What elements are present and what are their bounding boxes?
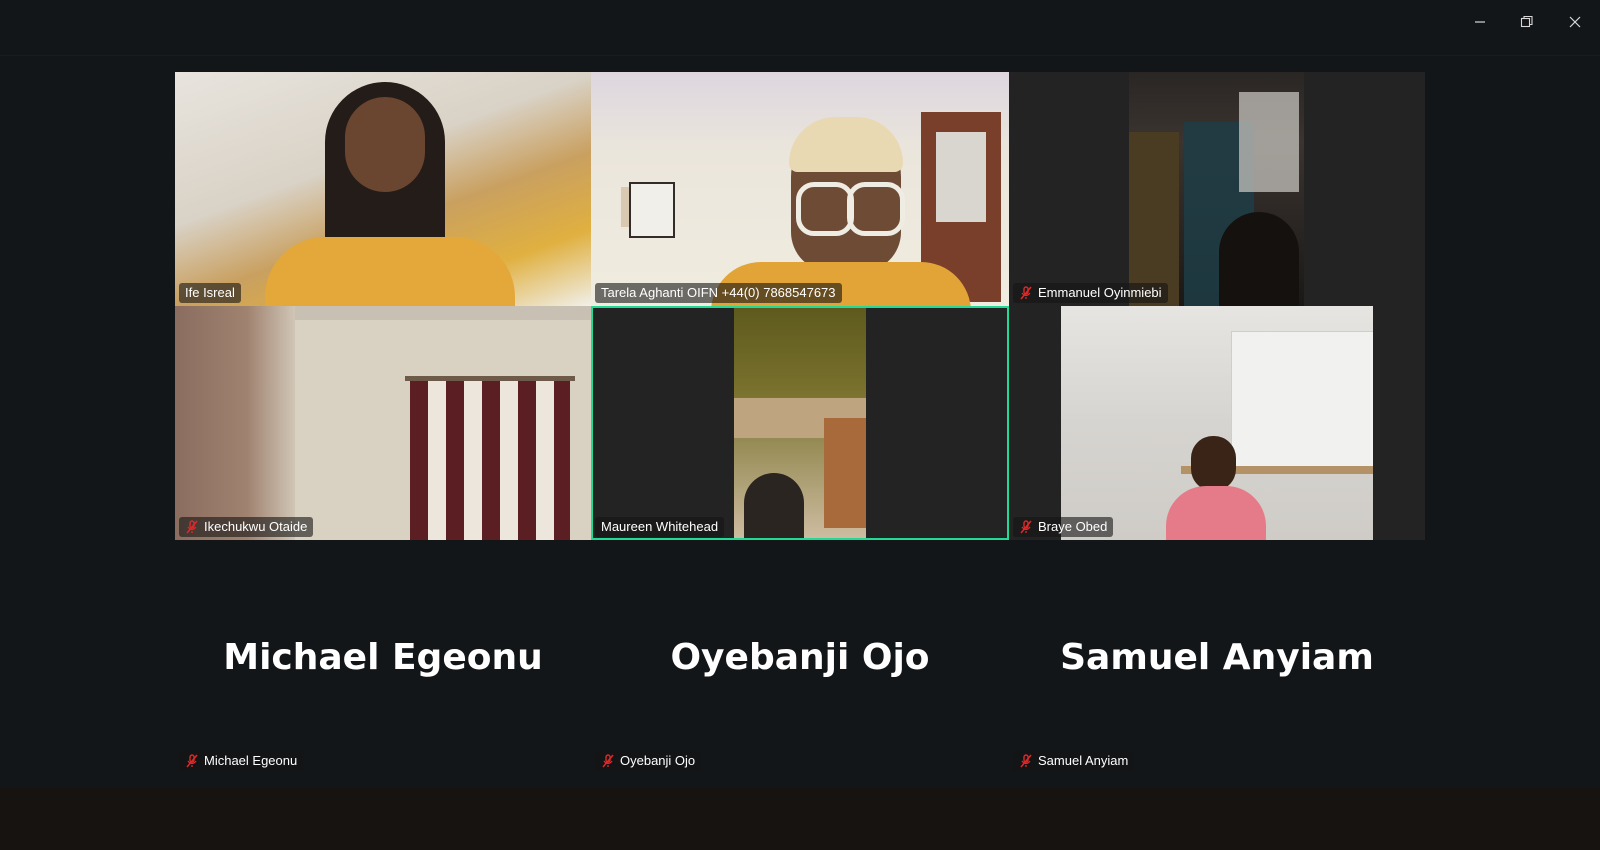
participant-name: Ikechukwu Otaide bbox=[204, 519, 308, 534]
video-tile-emmanuel-oyinmiebi[interactable]: Emmanuel Oyinmiebi bbox=[1009, 72, 1425, 306]
video-tile-ikechukwu-otaide[interactable]: Ikechukwu Otaide bbox=[175, 306, 591, 540]
muted-mic-icon bbox=[185, 754, 199, 768]
participant-name: Braye Obed bbox=[1038, 519, 1108, 534]
video-tile-maureen-whitehead[interactable]: Maureen Whitehead bbox=[591, 306, 1009, 540]
muted-mic-icon bbox=[601, 754, 615, 768]
participant-name: Samuel Anyiam bbox=[1038, 753, 1129, 768]
muted-mic-icon bbox=[1019, 520, 1033, 534]
participant-name: Ife Isreal bbox=[185, 285, 235, 300]
muted-mic-icon bbox=[1019, 754, 1033, 768]
muted-mic-icon bbox=[185, 520, 199, 534]
video-feed bbox=[1061, 306, 1373, 540]
video-feed bbox=[175, 306, 591, 540]
minimize-button[interactable] bbox=[1460, 8, 1500, 36]
video-feed bbox=[175, 72, 591, 306]
restore-icon bbox=[1520, 15, 1533, 28]
video-tile-ife-isreal[interactable]: Ife Isreal bbox=[175, 72, 591, 306]
muted-mic-icon bbox=[1019, 286, 1033, 300]
participant-name-tag: Michael Egeonu bbox=[179, 751, 304, 771]
participant-name-tag: Oyebanji Ojo bbox=[595, 751, 702, 771]
participant-display-name: Oyebanji Ojo bbox=[670, 636, 930, 678]
title-bar bbox=[0, 0, 1600, 56]
participant-name-tag: Samuel Anyiam bbox=[1013, 751, 1135, 771]
bottom-toolbar-area bbox=[0, 788, 1600, 850]
participant-name: Michael Egeonu bbox=[204, 753, 298, 768]
participant-name-tag: Tarela Aghanti OIFN +44(0) 7868547673 bbox=[595, 283, 842, 303]
participant-name: Oyebanji Ojo bbox=[620, 753, 696, 768]
participant-name: Tarela Aghanti OIFN +44(0) 7868547673 bbox=[601, 285, 836, 300]
close-button[interactable] bbox=[1555, 8, 1595, 36]
participant-name: Emmanuel Oyinmiebi bbox=[1038, 285, 1162, 300]
video-tile-braye-obed[interactable]: Braye Obed bbox=[1009, 306, 1425, 540]
participant-name: Maureen Whitehead bbox=[601, 519, 719, 534]
participant-name-tag: Ife Isreal bbox=[179, 283, 241, 303]
restore-button[interactable] bbox=[1507, 8, 1547, 36]
participant-display-name: Samuel Anyiam bbox=[1060, 636, 1374, 678]
video-tile-samuel-anyiam[interactable]: Samuel Anyiam Samuel Anyiam bbox=[1009, 540, 1425, 774]
participant-name-tag: Emmanuel Oyinmiebi bbox=[1013, 283, 1168, 303]
video-tile-tarela-aghanti[interactable]: Tarela Aghanti OIFN +44(0) 7868547673 bbox=[591, 72, 1009, 306]
video-feed bbox=[1129, 72, 1304, 306]
close-icon bbox=[1569, 16, 1581, 28]
minimize-icon bbox=[1475, 21, 1485, 23]
participant-name-tag: Ikechukwu Otaide bbox=[179, 517, 314, 537]
participant-name-tag: Maureen Whitehead bbox=[595, 517, 725, 537]
video-tile-oyebanji-ojo[interactable]: Oyebanji Ojo Oyebanji Ojo bbox=[591, 540, 1009, 774]
video-feed bbox=[591, 72, 1009, 306]
video-tile-michael-egeonu[interactable]: Michael Egeonu Michael Egeonu bbox=[175, 540, 591, 774]
video-feed bbox=[734, 308, 866, 538]
participant-display-name: Michael Egeonu bbox=[223, 636, 543, 678]
participant-name-tag: Braye Obed bbox=[1013, 517, 1114, 537]
